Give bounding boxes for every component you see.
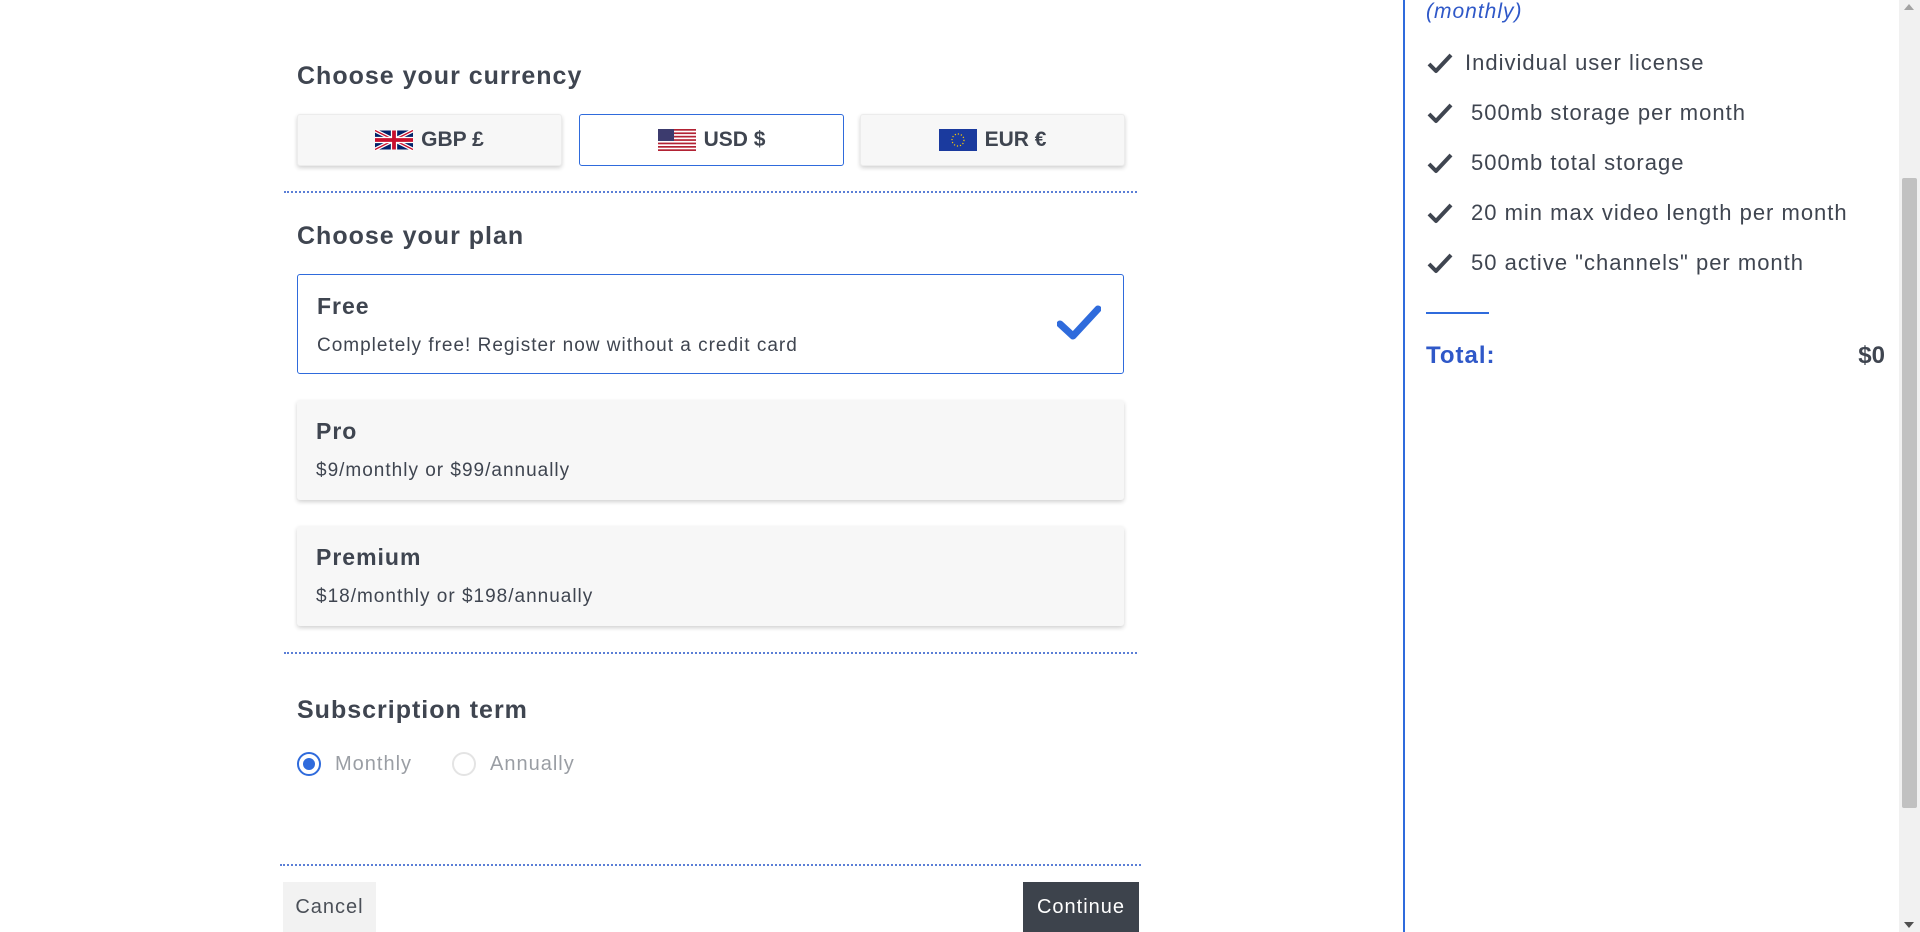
- radio-button[interactable]: [297, 752, 321, 776]
- scroll-up-arrow-icon[interactable]: [1904, 4, 1914, 10]
- feature-item: 20 min max video length per month: [1427, 200, 1848, 226]
- eu-flag-icon: [938, 129, 977, 151]
- currency-label: EUR €: [984, 128, 1047, 151]
- currency-option-usd[interactable]: USD $: [579, 114, 844, 166]
- plan-name: Free: [317, 293, 370, 319]
- vertical-scrollbar[interactable]: [1899, 0, 1920, 932]
- feature-label: Individual user license: [1465, 50, 1705, 75]
- plan-description: Completely free! Register now without a …: [317, 335, 798, 356]
- plan-description: $9/monthly or $99/annually: [316, 460, 571, 481]
- check-icon: [1427, 103, 1453, 123]
- plan-card-pro[interactable]: Pro $9/monthly or $99/annually: [297, 400, 1124, 500]
- check-icon: [1427, 53, 1453, 73]
- check-icon: [1057, 305, 1101, 340]
- feature-item: 500mb total storage: [1427, 150, 1684, 176]
- check-icon: [1427, 253, 1453, 273]
- currency-label: USD $: [703, 128, 766, 151]
- plan-section-title: Choose your plan: [297, 222, 525, 250]
- plan-card-premium[interactable]: Premium $18/monthly or $198/annually: [297, 526, 1124, 626]
- uk-flag-icon: [375, 129, 414, 151]
- currency-option-gbp[interactable]: GBP £: [297, 114, 562, 166]
- term-option-monthly[interactable]: Monthly: [297, 752, 412, 776]
- summary-divider: [1426, 312, 1489, 314]
- scrollbar-thumb[interactable]: [1902, 178, 1917, 808]
- order-summary-sidebar: (monthly) Individual user license 500mb …: [1403, 0, 1899, 932]
- feature-item: Individual user license: [1427, 50, 1704, 76]
- term-section-title: Subscription term: [297, 696, 528, 724]
- section-divider: [284, 191, 1137, 193]
- scroll-down-arrow-icon[interactable]: [1904, 922, 1914, 928]
- currency-section-title: Choose your currency: [297, 62, 583, 90]
- feature-label: 20 min max video length per month: [1471, 200, 1848, 225]
- currency-option-eur[interactable]: EUR €: [860, 114, 1125, 166]
- feature-label: 500mb storage per month: [1471, 100, 1746, 125]
- plan-name: Pro: [316, 418, 358, 444]
- check-icon: [1427, 203, 1453, 223]
- total-value: $0: [1858, 342, 1885, 369]
- feature-item: 500mb storage per month: [1427, 100, 1746, 126]
- cancel-button[interactable]: Cancel: [283, 882, 376, 932]
- section-divider: [280, 864, 1141, 866]
- feature-label: 500mb total storage: [1471, 150, 1685, 175]
- plan-card-free[interactable]: Free Completely free! Register now witho…: [297, 274, 1124, 374]
- plan-name: Premium: [316, 544, 422, 570]
- term-option-annually[interactable]: Annually: [452, 752, 575, 776]
- section-divider: [284, 652, 1137, 654]
- radio-label: Annually: [490, 752, 575, 775]
- radio-label: Monthly: [335, 752, 413, 775]
- check-icon: [1427, 153, 1453, 173]
- currency-label: GBP £: [421, 128, 484, 151]
- continue-button[interactable]: Continue: [1023, 882, 1139, 932]
- feature-item: 50 active "channels" per month: [1427, 250, 1804, 276]
- feature-label: 50 active "channels" per month: [1471, 250, 1805, 275]
- total-label: Total:: [1426, 342, 1496, 369]
- radio-button[interactable]: [452, 752, 476, 776]
- us-flag-icon: [657, 129, 696, 151]
- checkout-form: Choose your currency GBP £ USD $ EUR € C…: [0, 0, 1403, 932]
- billing-term-label: (monthly): [1426, 0, 1523, 23]
- plan-description: $18/monthly or $198/annually: [316, 586, 594, 607]
